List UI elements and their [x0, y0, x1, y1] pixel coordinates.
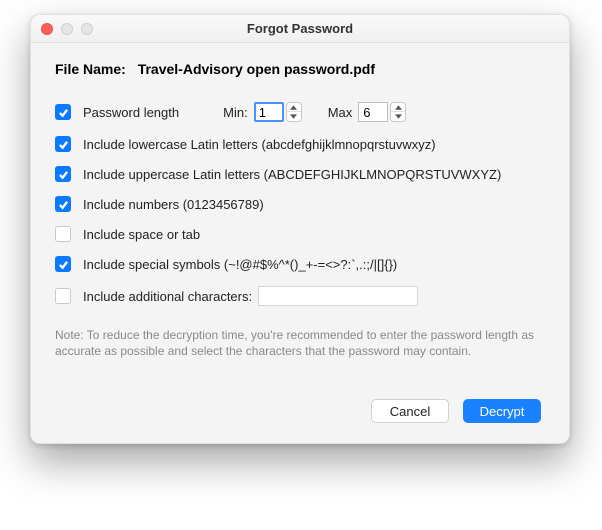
- label-password-length: Password length: [83, 105, 179, 120]
- checkbox-additional[interactable]: [55, 288, 71, 304]
- chevron-up-icon: [290, 105, 297, 110]
- titlebar: Forgot Password: [31, 15, 569, 43]
- label-special: Include special symbols (~!@#$%^*()_+-=<…: [83, 257, 397, 272]
- option-password-length: Password length Min: Max: [55, 95, 545, 129]
- cancel-button[interactable]: Cancel: [371, 399, 449, 423]
- chevron-down-icon: [395, 114, 402, 119]
- max-length-input[interactable]: [358, 102, 388, 122]
- option-additional: Include additional characters:: [55, 279, 545, 313]
- min-length-stepper: [286, 102, 302, 122]
- checkmark-icon: [58, 139, 69, 150]
- password-length-controls: Min: Max: [223, 102, 428, 122]
- forgot-password-dialog: Forgot Password File Name: Travel-Adviso…: [30, 14, 570, 444]
- checkbox-lowercase[interactable]: [55, 136, 71, 152]
- option-special: Include special symbols (~!@#$%^*()_+-=<…: [55, 249, 545, 279]
- checkbox-special[interactable]: [55, 256, 71, 272]
- label-lowercase: Include lowercase Latin letters (abcdefg…: [83, 137, 436, 152]
- option-numbers: Include numbers (0123456789): [55, 189, 545, 219]
- checkmark-icon: [58, 199, 69, 210]
- max-length-group: Max: [328, 102, 407, 122]
- checkbox-numbers[interactable]: [55, 196, 71, 212]
- checkbox-password-length[interactable]: [55, 104, 71, 120]
- decrypt-button-label: Decrypt: [480, 404, 525, 419]
- file-name-value: Travel-Advisory open password.pdf: [138, 61, 375, 77]
- checkbox-space-tab[interactable]: [55, 226, 71, 242]
- label-additional: Include additional characters:: [83, 289, 252, 304]
- file-name-label: File Name:: [55, 61, 126, 77]
- max-length-stepper: [390, 102, 406, 122]
- decrypt-button[interactable]: Decrypt: [463, 399, 541, 423]
- zoom-window-button[interactable]: [81, 23, 93, 35]
- note-text: Note: To reduce the decryption time, you…: [55, 327, 545, 359]
- min-up-button[interactable]: [287, 103, 301, 112]
- file-name-row: File Name: Travel-Advisory open password…: [55, 61, 545, 77]
- chevron-up-icon: [395, 105, 402, 110]
- max-label: Max: [328, 105, 353, 120]
- checkbox-uppercase[interactable]: [55, 166, 71, 182]
- max-down-button[interactable]: [391, 112, 405, 121]
- dialog-content: File Name: Travel-Advisory open password…: [31, 43, 569, 443]
- checkmark-icon: [58, 107, 69, 118]
- min-length-group: Min:: [223, 102, 302, 122]
- additional-characters-input[interactable]: [258, 286, 418, 306]
- label-space-tab: Include space or tab: [83, 227, 200, 242]
- min-down-button[interactable]: [287, 112, 301, 121]
- button-row: Cancel Decrypt: [55, 399, 545, 423]
- window-title: Forgot Password: [31, 21, 569, 36]
- min-label: Min:: [223, 105, 248, 120]
- option-lowercase: Include lowercase Latin letters (abcdefg…: [55, 129, 545, 159]
- label-numbers: Include numbers (0123456789): [83, 197, 264, 212]
- checkmark-icon: [58, 259, 69, 270]
- close-window-button[interactable]: [41, 23, 53, 35]
- cancel-button-label: Cancel: [390, 404, 430, 419]
- traffic-lights: [41, 23, 93, 35]
- option-uppercase: Include uppercase Latin letters (ABCDEFG…: [55, 159, 545, 189]
- label-uppercase: Include uppercase Latin letters (ABCDEFG…: [83, 167, 501, 182]
- checkmark-icon: [58, 169, 69, 180]
- chevron-down-icon: [290, 114, 297, 119]
- max-up-button[interactable]: [391, 103, 405, 112]
- option-space-tab: Include space or tab: [55, 219, 545, 249]
- minimize-window-button[interactable]: [61, 23, 73, 35]
- min-length-input[interactable]: [254, 102, 284, 122]
